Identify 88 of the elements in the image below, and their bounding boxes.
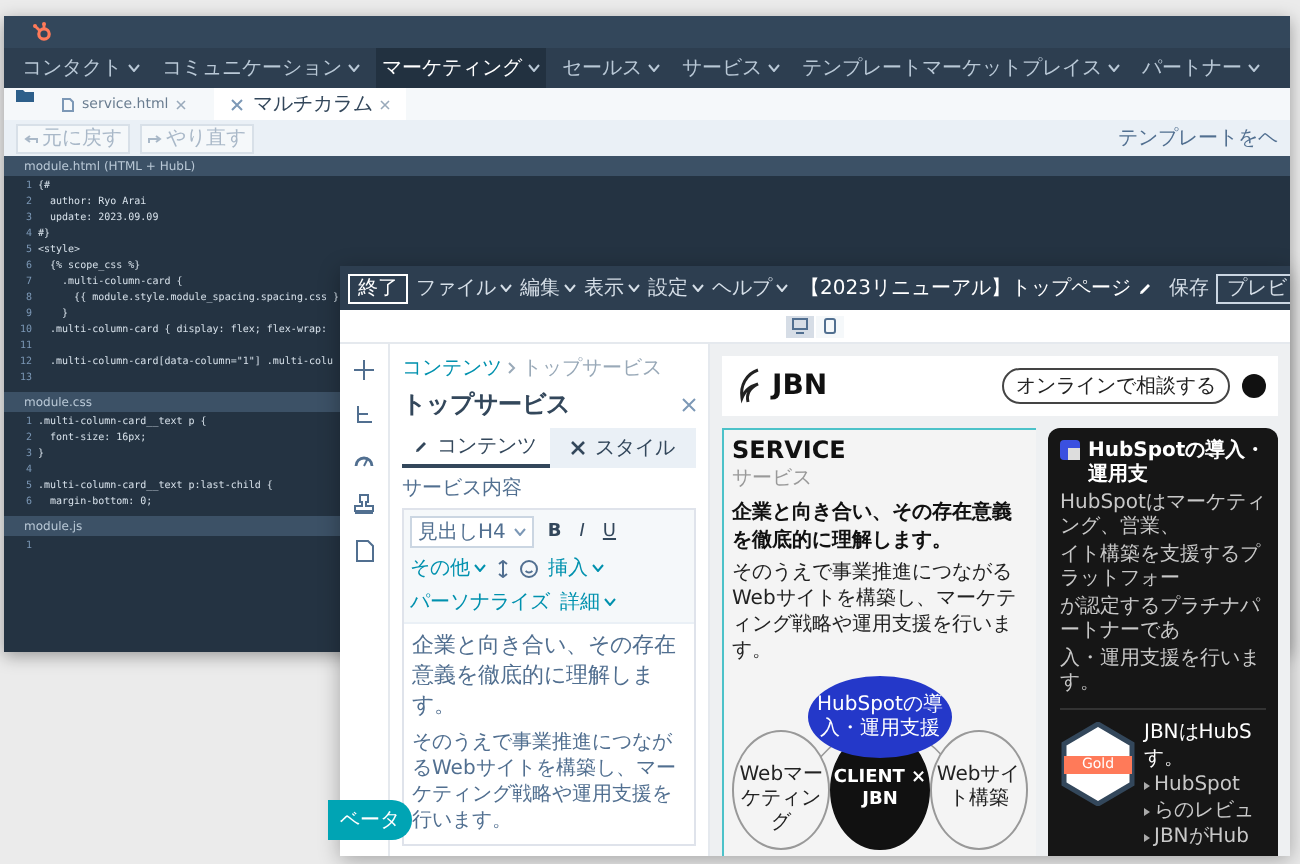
rich-text-editor[interactable]: 見出しH4 B I U その他 挿入 パーソナライズ 詳細 企業と向き合い、その存在意義を徹底的に理解します。 そのうえで事業推進につながるWebサイトを構築し、マーケティング戦略や運用支援を行います。 [402,508,696,846]
bullet-text: JBNがHub [1154,826,1249,850]
caret-icon [500,284,512,292]
nav-menu-item[interactable]: パートナー [1136,48,1266,88]
selected-module[interactable]: SERVICE サービス 企業と向き合い、その存在意義を徹底的に理解します。 そのうえで事業推進につながるWebサイトを構築し、マーケティング戦略や運用支援を行います。 HubSpotの導入・運用支援 Webマーケティング CLIENT × JBN Webサイト構築 [722,428,1036,856]
undo-arrow-icon [24,133,38,143]
tree-icon[interactable] [354,406,374,426]
menu-item[interactable]: 表示 [584,274,640,302]
bold-button[interactable]: B [543,522,566,542]
editor-paragraph: そのうえで事業推進につながるWebサイトを構築し、マーケティング戦略や運用支援を行います。 [410,729,678,836]
breadcrumb-current: トップサービス [522,355,662,382]
sprocket-logo-icon [32,22,52,42]
caret-icon [628,284,640,292]
bullet-text: HubSpot [1154,774,1240,798]
caret-icon [528,64,540,72]
more-menu[interactable]: その他 [410,554,486,582]
section-subtitle: サービス [732,466,814,492]
card-note: す。 [1144,748,1186,772]
caret-icon [474,564,486,572]
caret-icon [1248,64,1260,72]
panel-tab[interactable]: スタイル [549,428,696,468]
bullet-icon [1144,834,1150,842]
menu-item[interactable]: ヘルプ [712,274,788,302]
caret-icon [128,64,140,72]
desktop-toggle[interactable] [786,315,814,337]
consult-button[interactable]: オンラインで相談する [1002,368,1230,404]
nav-menu-item[interactable]: セールス [556,48,666,88]
menu-item[interactable]: ファイル [416,274,512,302]
emoji-icon[interactable] [520,559,538,577]
insert-menu[interactable]: 挿入 [548,554,604,582]
underline-button[interactable]: U [598,522,621,542]
bullet-icon [1144,782,1150,790]
menu-item[interactable]: 設定 [648,274,704,302]
template-link[interactable]: テンプレートをヘ [1118,124,1278,152]
nav-menu-item[interactable]: テンプレートマーケットプレイス [796,48,1126,88]
pencil-icon[interactable] [1138,281,1153,295]
card-text-line: が認定するプラチナパートナーであ [1060,596,1263,644]
preview-button[interactable]: プレビ [1216,273,1290,303]
file-tab[interactable]: マルチカラム [214,88,407,120]
service-circle: HubSpotの導入・運用支援 [808,676,952,758]
caret-icon [768,64,780,72]
file-icon [62,97,74,111]
menu-item[interactable]: 編集 [520,274,576,302]
caret-icon [348,64,360,72]
card-text-line: イト構築を支援するプラットフォー [1060,544,1263,592]
stamp-icon[interactable] [354,494,374,514]
save-button[interactable]: 保存 [1168,274,1209,302]
card-text-line: 入・運用支援を行います。 [1060,648,1262,696]
section-text: そのうえで事業推進につながるWebサイトを構築し、マーケティング戦略や運用支援を行います。 [732,560,1018,664]
card-note: JBNはHubS [1144,722,1254,746]
done-button[interactable]: 終了 [348,273,408,303]
italic-button[interactable]: I [575,522,589,542]
mobile-toggle[interactable] [816,315,844,337]
document-icon[interactable] [355,540,373,562]
close-icon[interactable] [682,398,696,412]
caret-icon [648,64,660,72]
bullet-text: らのレビュ [1154,800,1254,824]
mobile-icon [822,318,838,334]
personalize-link[interactable]: パーソナライズ [410,588,550,616]
nav-menu-item[interactable]: サービス [676,48,786,88]
nav-menu-item[interactable]: マーケティング [376,48,546,88]
circle-icon[interactable] [1242,374,1266,398]
nav-menu-item[interactable]: コミュニケーション [156,48,366,88]
gauge-icon[interactable] [354,452,374,468]
caret-icon [776,284,788,292]
pencil-icon [414,439,429,453]
advanced-menu[interactable]: 詳細 [560,588,616,616]
caret-icon [692,284,704,292]
field-label: サービス内容 [402,475,524,502]
page-title: 【2023リニューアル】トップページ [800,275,1131,302]
chevron-icon [508,362,516,374]
caret-icon [604,598,616,606]
caret-icon [592,564,604,572]
bullet-icon [1144,808,1150,816]
line-height-icon[interactable] [496,559,510,577]
hubspot-cube-icon [1060,440,1080,460]
caret-icon [1108,64,1120,72]
section-title: SERVICE [732,436,848,464]
redo-arrow-icon [148,133,162,143]
desktop-icon [792,318,808,334]
card-title: HubSpotの導入・運用支 [1088,440,1266,488]
plus-icon[interactable] [354,360,374,380]
breadcrumb-link[interactable]: コンテンツ [402,354,502,382]
editor-heading: 企業と向き合い、その存在意義を徹底的に理解します。 [410,630,678,722]
nav-menu-item[interactable]: コンタクト [16,48,146,88]
caret-icon [513,528,526,536]
style-dropdown[interactable]: 見出しH4 [410,516,534,548]
caret-icon [564,284,576,292]
